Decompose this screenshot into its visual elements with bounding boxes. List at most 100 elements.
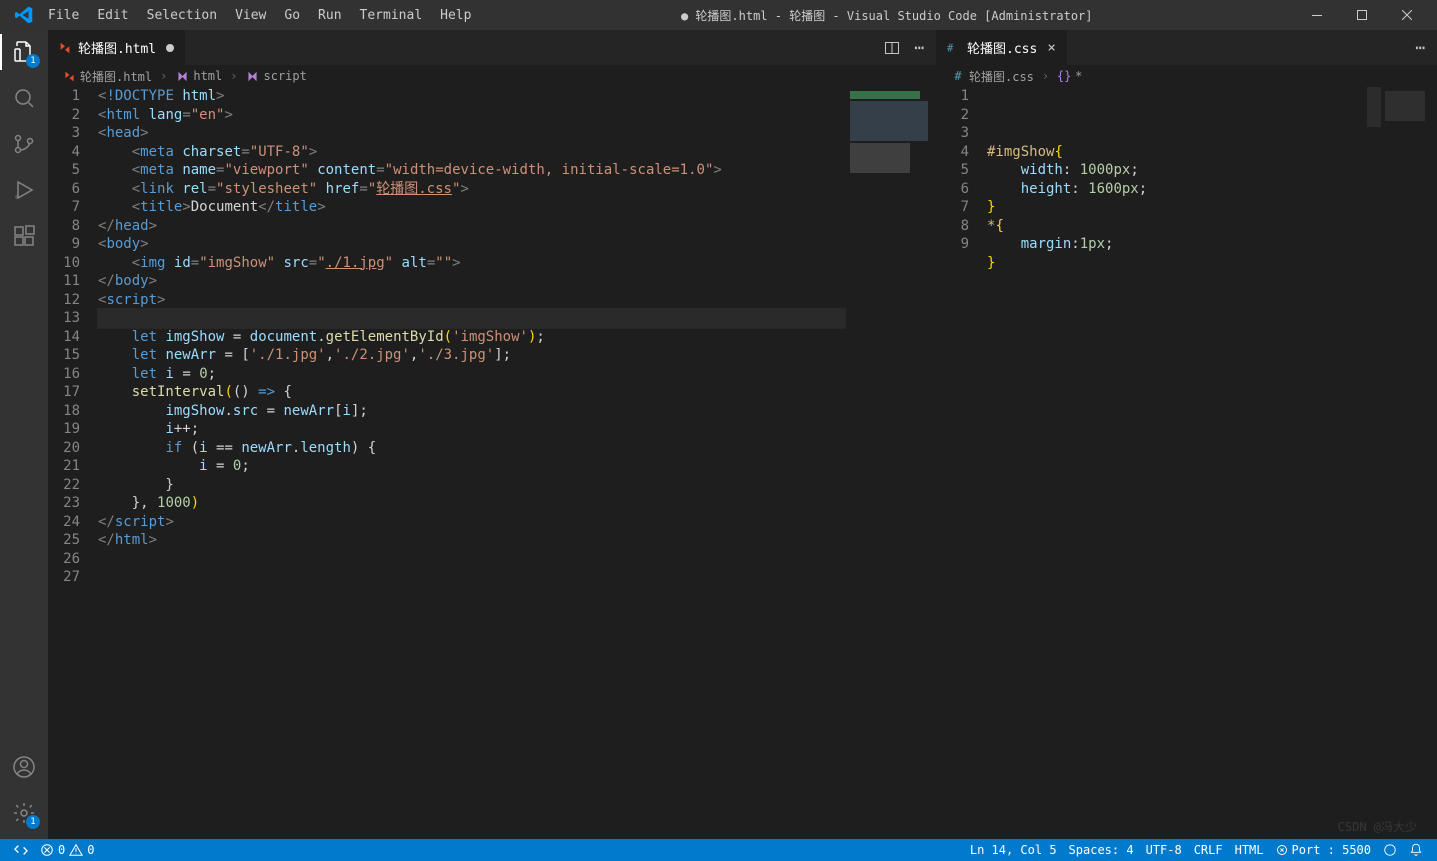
status-cursor[interactable]: Ln 14, Col 5	[964, 843, 1063, 857]
code-line[interactable]: <script>	[98, 291, 846, 310]
settings-icon[interactable]: 1	[10, 799, 38, 827]
code-line[interactable]	[98, 309, 846, 328]
source-control-icon[interactable]	[10, 130, 38, 158]
line-number: 19	[56, 420, 80, 439]
status-bell-icon[interactable]	[1403, 843, 1429, 857]
code-line[interactable]: </head>	[98, 217, 846, 236]
breadcrumbs-right[interactable]: # 轮播图.css›{} *	[937, 65, 1437, 87]
menu-go[interactable]: Go	[276, 4, 308, 27]
minimap-left[interactable]	[846, 87, 936, 839]
code-line[interactable]: <html lang="en">	[98, 106, 846, 125]
code-line[interactable]: <head>	[98, 124, 846, 143]
more-actions-icon[interactable]: ⋯	[1415, 38, 1425, 57]
code-line[interactable]: setInterval(() => {	[98, 383, 846, 402]
status-problems[interactable]: 0 0	[34, 843, 100, 857]
scrollbar-thumb[interactable]	[1367, 87, 1381, 127]
code-area-left[interactable]: 1234567891011121314151617181920212223242…	[48, 87, 936, 839]
code-line[interactable]: *{	[987, 217, 1381, 236]
menu-view[interactable]: View	[227, 4, 274, 27]
activity-bar: 1 1	[0, 30, 48, 839]
code-line[interactable]: }	[987, 254, 1381, 273]
search-icon[interactable]	[10, 84, 38, 112]
code-line[interactable]: }, 1000)	[98, 494, 846, 513]
code-line[interactable]: <title>Document</title>	[98, 198, 846, 217]
editor-group-2: # 轮播图.css × ⋯ # 轮播图.css›{} * 123456789 #…	[937, 30, 1437, 839]
breadcrumb-item[interactable]: html	[193, 69, 222, 83]
line-number: 1	[945, 87, 969, 106]
line-number: 6	[945, 180, 969, 199]
tab-html[interactable]: 轮播图.html	[48, 30, 185, 65]
status-language[interactable]: HTML	[1229, 843, 1270, 857]
close-button[interactable]	[1384, 0, 1429, 30]
code-line[interactable]: <body>	[98, 235, 846, 254]
code-line[interactable]: <!DOCTYPE html>	[98, 87, 846, 106]
line-number: 17	[56, 383, 80, 402]
sym-tag-icon	[175, 69, 189, 83]
status-port[interactable]: Port : 5500	[1270, 843, 1377, 857]
tab-css[interactable]: # 轮播图.css ×	[937, 30, 1067, 65]
code-line[interactable]: i = 0;	[98, 457, 846, 476]
code-line[interactable]: margin:1px;	[987, 235, 1381, 254]
status-feedback-icon[interactable]	[1377, 843, 1403, 857]
line-number: 7	[56, 198, 80, 217]
code-line[interactable]: width: 1000px;	[987, 161, 1381, 180]
extensions-icon[interactable]	[10, 222, 38, 250]
settings-badge: 1	[26, 815, 40, 829]
code-line[interactable]: <meta name="viewport" content="width=dev…	[98, 161, 846, 180]
code-line[interactable]: i++;	[98, 420, 846, 439]
split-editor-icon[interactable]	[884, 40, 900, 56]
menu-run[interactable]: Run	[310, 4, 349, 27]
code-left[interactable]: <!DOCTYPE html><html lang="en"><head> <m…	[98, 87, 846, 839]
breadcrumbs-left[interactable]: 轮播图.html› html› script	[48, 65, 936, 87]
status-eol[interactable]: CRLF	[1188, 843, 1229, 857]
vscode-logo-icon	[14, 5, 34, 25]
menu-selection[interactable]: Selection	[139, 4, 225, 27]
menu-terminal[interactable]: Terminal	[352, 4, 431, 27]
breadcrumb-item[interactable]: *	[1075, 69, 1082, 83]
line-number: 16	[56, 365, 80, 384]
code-line[interactable]: let imgShow = document.getElementById('i…	[98, 328, 846, 347]
line-number: 4	[56, 143, 80, 162]
code-line[interactable]: <meta charset="UTF-8">	[98, 143, 846, 162]
breadcrumb-item[interactable]: 轮播图.css	[969, 68, 1034, 85]
menu-file[interactable]: File	[40, 4, 87, 27]
tabs-left: 轮播图.html ⋯	[48, 30, 936, 65]
status-spaces[interactable]: Spaces: 4	[1063, 843, 1140, 857]
maximize-button[interactable]	[1339, 0, 1384, 30]
menu-edit[interactable]: Edit	[89, 4, 136, 27]
account-icon[interactable]	[10, 753, 38, 781]
code-line[interactable]: </script>	[98, 513, 846, 532]
code-line[interactable]: let newArr = ['./1.jpg','./2.jpg','./3.j…	[98, 346, 846, 365]
code-line[interactable]: let i = 0;	[98, 365, 846, 384]
window-title: ● 轮播图.html - 轮播图 - Visual Studio Code [A…	[479, 7, 1294, 24]
breadcrumb-item[interactable]: script	[264, 69, 307, 83]
code-line[interactable]: if (i == newArr.length) {	[98, 439, 846, 458]
code-line[interactable]: }	[987, 198, 1381, 217]
code-line[interactable]: <img id="imgShow" src="./1.jpg" alt="">	[98, 254, 846, 273]
breadcrumb-item[interactable]: 轮播图.html	[80, 68, 152, 85]
close-tab-icon[interactable]: ×	[1047, 40, 1055, 56]
status-remote-icon[interactable]	[8, 843, 34, 857]
code-line[interactable]: #imgShow{	[987, 143, 1381, 162]
code-area-right[interactable]: 123456789 #imgShow{ width: 1000px; heigh…	[937, 87, 1437, 839]
run-debug-icon[interactable]	[10, 176, 38, 204]
code-line[interactable]: }	[98, 476, 846, 495]
line-number: 8	[945, 217, 969, 236]
explorer-icon[interactable]: 1	[10, 38, 38, 66]
code-line[interactable]: </html>	[98, 531, 846, 550]
more-actions-icon[interactable]: ⋯	[914, 38, 924, 57]
menu-help[interactable]: Help	[432, 4, 479, 27]
minimize-button[interactable]	[1294, 0, 1339, 30]
code-line[interactable]: <link rel="stylesheet" href="轮播图.css">	[98, 180, 846, 199]
minimap-right[interactable]	[1381, 87, 1437, 839]
line-number: 23	[56, 494, 80, 513]
code-line[interactable]: height: 1600px;	[987, 180, 1381, 199]
code-line[interactable]: </body>	[98, 272, 846, 291]
line-number: 7	[945, 198, 969, 217]
line-number: 6	[56, 180, 80, 199]
code-line[interactable]: imgShow.src = newArr[i];	[98, 402, 846, 421]
code-right[interactable]: #imgShow{ width: 1000px; height: 1600px;…	[987, 87, 1381, 839]
line-number: 14	[56, 328, 80, 347]
line-number: 11	[56, 272, 80, 291]
status-encoding[interactable]: UTF-8	[1140, 843, 1188, 857]
